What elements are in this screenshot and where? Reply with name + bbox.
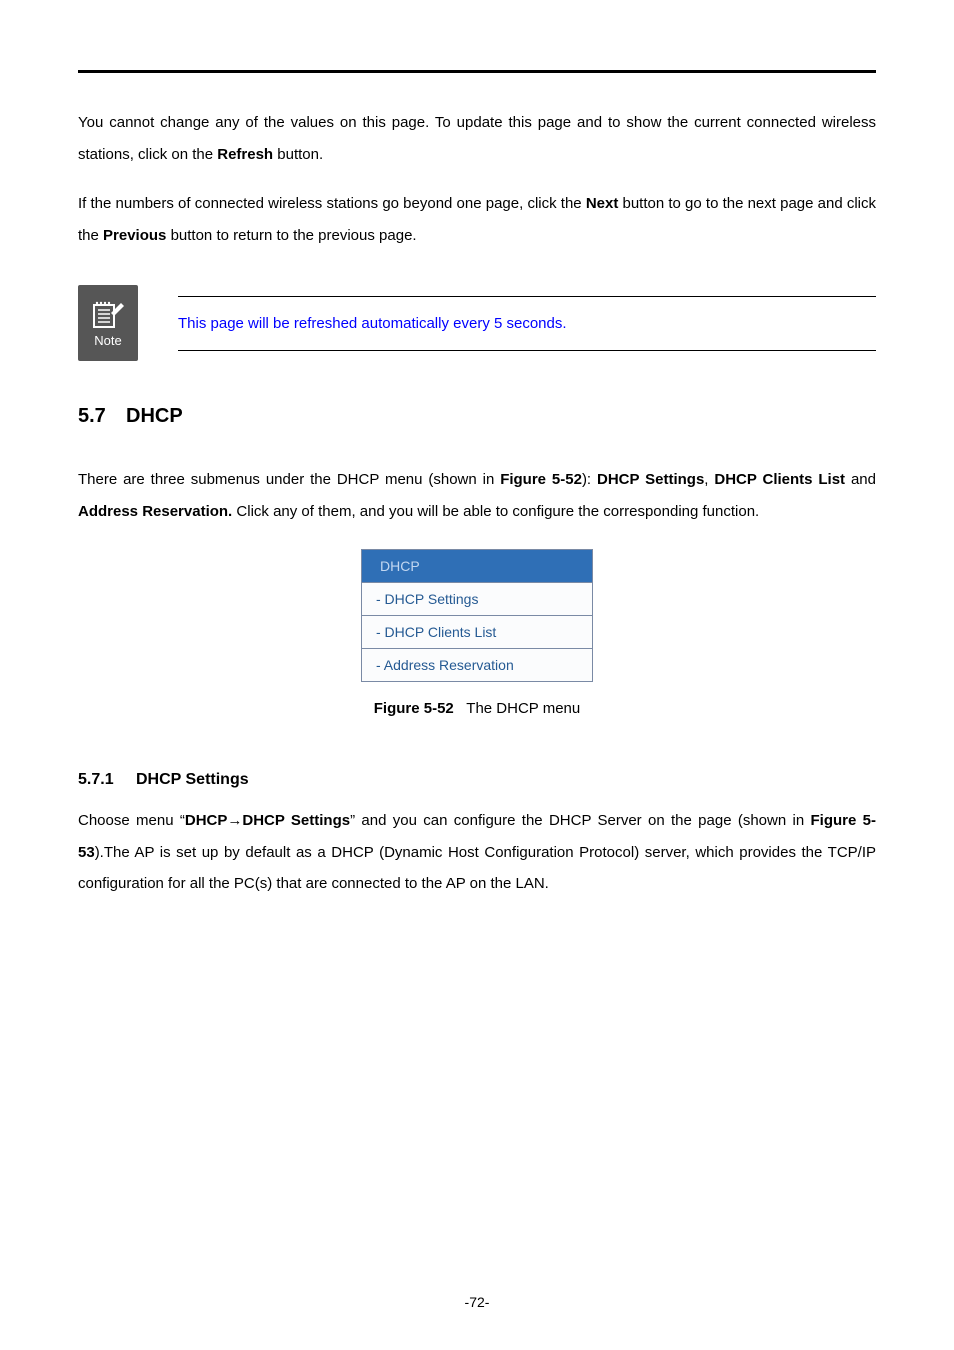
text: If the numbers of connected wireless sta… [78,195,586,212]
subsection-number: 5.7.1 [78,771,136,789]
section-title: DHCP [126,405,183,427]
next-keyword: Next [586,195,619,212]
text: ).The AP is set up by default as a DHCP … [78,844,876,893]
submenu-dhcp-settings: DHCP Settings [597,471,704,488]
text: button. [273,146,323,163]
text: ): [582,471,597,488]
subsection-paragraph: Choose menu “DHCP→DHCP Settings” and you… [78,805,876,900]
note-icon-cell: Note [78,285,150,361]
text: ” and you can configure the DHCP Server … [350,812,810,829]
refresh-keyword: Refresh [217,146,273,163]
note-text: This page will be refreshed automaticall… [178,297,876,350]
section-heading: 5.7DHCP [78,405,876,428]
text: Choose menu “ [78,812,185,829]
dhcp-menu-figure: DHCP - DHCP Settings - DHCP Clients List… [78,549,876,682]
menu-item-dhcp-settings: - DHCP Settings [362,583,593,616]
menu-path-dhcp: DHCP [185,812,228,829]
subsection-heading: 5.7.1DHCP Settings [78,771,876,789]
intro-paragraph-1: You cannot change any of the values on t… [78,107,876,170]
menu-item-dhcp-clients-list: - DHCP Clients List [362,616,593,649]
figure-caption: Figure 5-52 The DHCP menu [78,700,876,717]
text: You cannot change any of the values on t… [78,114,876,163]
arrow-icon: → [227,812,242,829]
submenu-address-reservation: Address Reservation. [78,503,232,520]
section-paragraph: There are three submenus under the DHCP … [78,464,876,527]
menu-path-dhcp-settings: DHCP Settings [242,812,350,829]
caption-text: The DHCP menu [466,700,580,717]
dhcp-menu: DHCP - DHCP Settings - DHCP Clients List… [361,549,593,682]
note-icon-label: Note [94,333,121,348]
text: button to return to the previous page. [166,227,416,244]
note-block: Note This page will be refreshed automat… [78,285,876,361]
previous-keyword: Previous [103,227,166,244]
text: There are three submenus under the DHCP … [78,471,500,488]
figure-ref: Figure 5-52 [500,471,582,488]
submenu-dhcp-clients-list: DHCP Clients List [714,471,845,488]
menu-item-address-reservation: - Address Reservation [362,649,593,682]
text: and [845,471,876,488]
note-content: This page will be refreshed automaticall… [178,285,876,361]
caption-label: Figure 5-52 [374,700,454,717]
text: , [704,471,714,488]
header-divider [78,70,876,73]
note-divider-bottom [178,350,876,351]
page-number: -72- [0,1294,954,1310]
section-number: 5.7 [78,405,126,428]
menu-header: DHCP [362,550,593,583]
text: Click any of them, and you will be able … [232,503,759,520]
note-icon: Note [78,285,138,361]
document-page: You cannot change any of the values on t… [0,0,954,1350]
notepad-pencil-icon [91,299,125,329]
intro-paragraph-2: If the numbers of connected wireless sta… [78,188,876,251]
subsection-title: DHCP Settings [136,771,249,788]
